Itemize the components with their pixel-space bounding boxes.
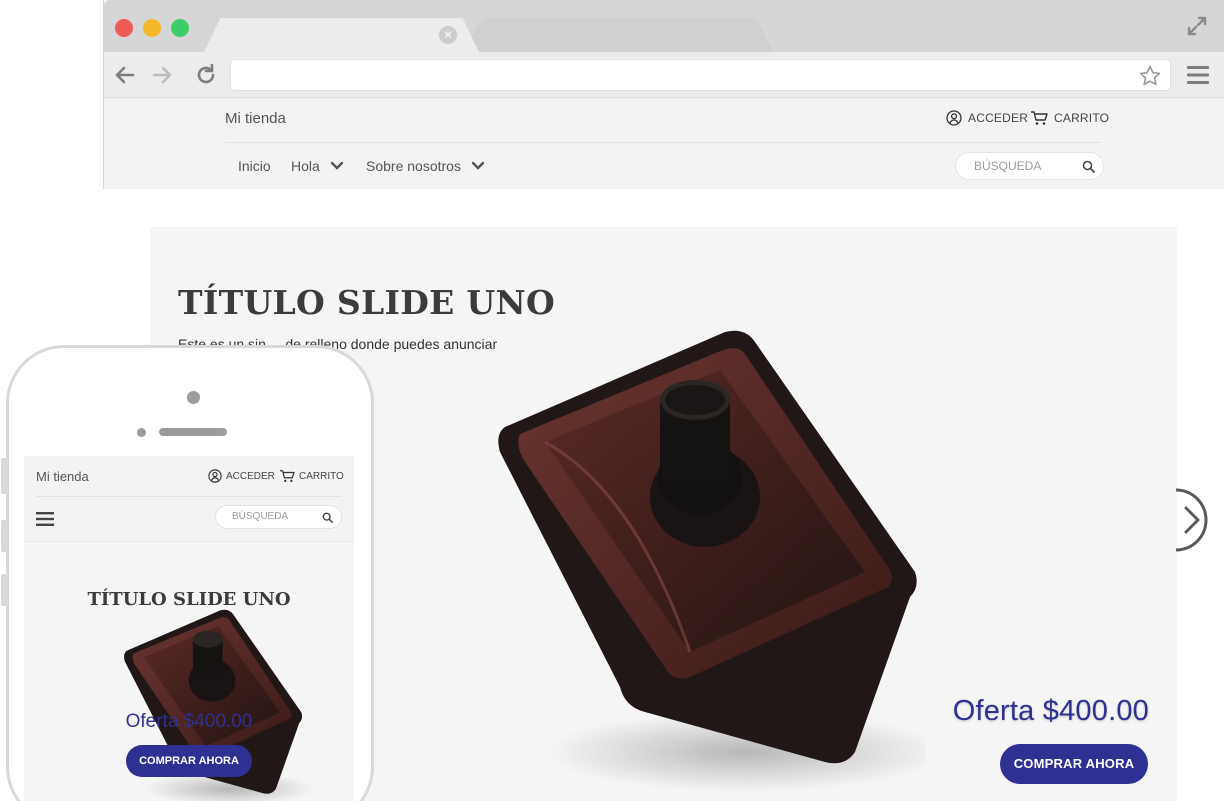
cart-link[interactable]: CARRITO: [1030, 110, 1109, 126]
mobile-offer-price: Oferta $400.00: [125, 711, 253, 732]
store-header: Mi tienda ACCEDER CARRITO Inicio Hola So…: [104, 98, 1224, 189]
browser-toolbar: [104, 52, 1224, 98]
cart-label: CARRITO: [1054, 111, 1110, 125]
mobile-login-label: ACCEDER: [226, 470, 275, 482]
nav-item-label: Inicio: [238, 158, 271, 174]
phone-camera: [187, 391, 200, 404]
cart-icon: [280, 470, 295, 482]
tab-close-icon[interactable]: ×: [781, 26, 799, 44]
slide-title: TÍTULO SLIDE UNO: [178, 283, 555, 322]
mobile-screen: Mi tienda ACCEDER CARRITO BÚSQUEDA TÍTUL…: [24, 456, 354, 801]
cart-icon: [1031, 111, 1048, 125]
address-bar[interactable]: [230, 59, 1171, 91]
nav-item-inicio[interactable]: Inicio: [238, 158, 271, 174]
nav-item-label: Hola: [291, 158, 320, 174]
buy-now-button[interactable]: COMPRAR AHORA: [1000, 744, 1148, 784]
offer-price: Oferta $400.00: [952, 695, 1149, 727]
browser-tab-active[interactable]: ×: [204, 18, 479, 52]
back-arrow-icon[interactable]: [112, 62, 138, 88]
mobile-search-input[interactable]: BÚSQUEDA: [215, 505, 342, 529]
user-icon: [946, 110, 962, 126]
search-icon[interactable]: [322, 512, 333, 523]
mobile-store-brand[interactable]: Mi tienda: [36, 469, 89, 484]
login-link[interactable]: ACCEDER: [946, 110, 1028, 126]
login-label: ACCEDER: [968, 111, 1029, 125]
hamburger-menu-icon[interactable]: [36, 511, 54, 527]
star-icon[interactable]: [1138, 64, 1162, 88]
mobile-store-header: Mi tienda ACCEDER CARRITO BÚSQUEDA: [24, 456, 354, 542]
user-icon: [208, 469, 222, 483]
mobile-cart-label: CARRITO: [299, 470, 344, 482]
mobile-search-placeholder: BÚSQUEDA: [232, 511, 289, 522]
window-close-button[interactable]: [115, 19, 133, 37]
chevron-down-icon: [330, 161, 343, 170]
mobile-buy-now-button[interactable]: COMPRAR AHORA: [126, 745, 252, 777]
search-input[interactable]: BÚSQUEDA: [955, 152, 1104, 180]
browser-window: × × Mi tienda ACCEDER CARRITO Inicio Hol…: [103, 0, 1224, 189]
nav-item-label: Sobre nosotros: [366, 158, 461, 174]
window-minimize-button[interactable]: [143, 19, 161, 37]
browser-titlebar: × ×: [104, 0, 1224, 52]
tab-close-icon[interactable]: ×: [439, 26, 457, 44]
hamburger-menu-icon[interactable]: [1186, 64, 1210, 86]
nav-item-hola[interactable]: Hola: [291, 158, 344, 174]
expand-icon[interactable]: [1186, 15, 1208, 37]
phone-speaker: [159, 428, 227, 436]
window-zoom-button[interactable]: [171, 19, 189, 37]
mockup-stage: × × Mi tienda ACCEDER CARRITO Inicio Hol…: [0, 0, 1224, 801]
search-icon[interactable]: [1082, 160, 1095, 173]
chevron-right-icon[interactable]: [1168, 487, 1218, 553]
forward-arrow-icon[interactable]: [149, 62, 175, 88]
perfume-bottle-image: [498, 330, 925, 792]
search-placeholder: BÚSQUEDA: [974, 159, 1042, 173]
store-brand[interactable]: Mi tienda: [225, 110, 286, 127]
header-divider: [225, 142, 1101, 143]
reload-icon[interactable]: [193, 62, 219, 88]
nav-item-sobre-nosotros[interactable]: Sobre nosotros: [366, 158, 485, 174]
mobile-cart-link[interactable]: CARRITO: [279, 469, 344, 483]
chevron-down-icon: [471, 161, 485, 170]
phone-sensor: [137, 428, 146, 437]
mobile-header-divider: [36, 496, 342, 497]
mobile-login-link[interactable]: ACCEDER: [208, 469, 275, 483]
mobile-slide-title: TÍTULO SLIDE UNO: [87, 589, 291, 610]
browser-tab-inactive[interactable]: ×: [464, 18, 774, 52]
